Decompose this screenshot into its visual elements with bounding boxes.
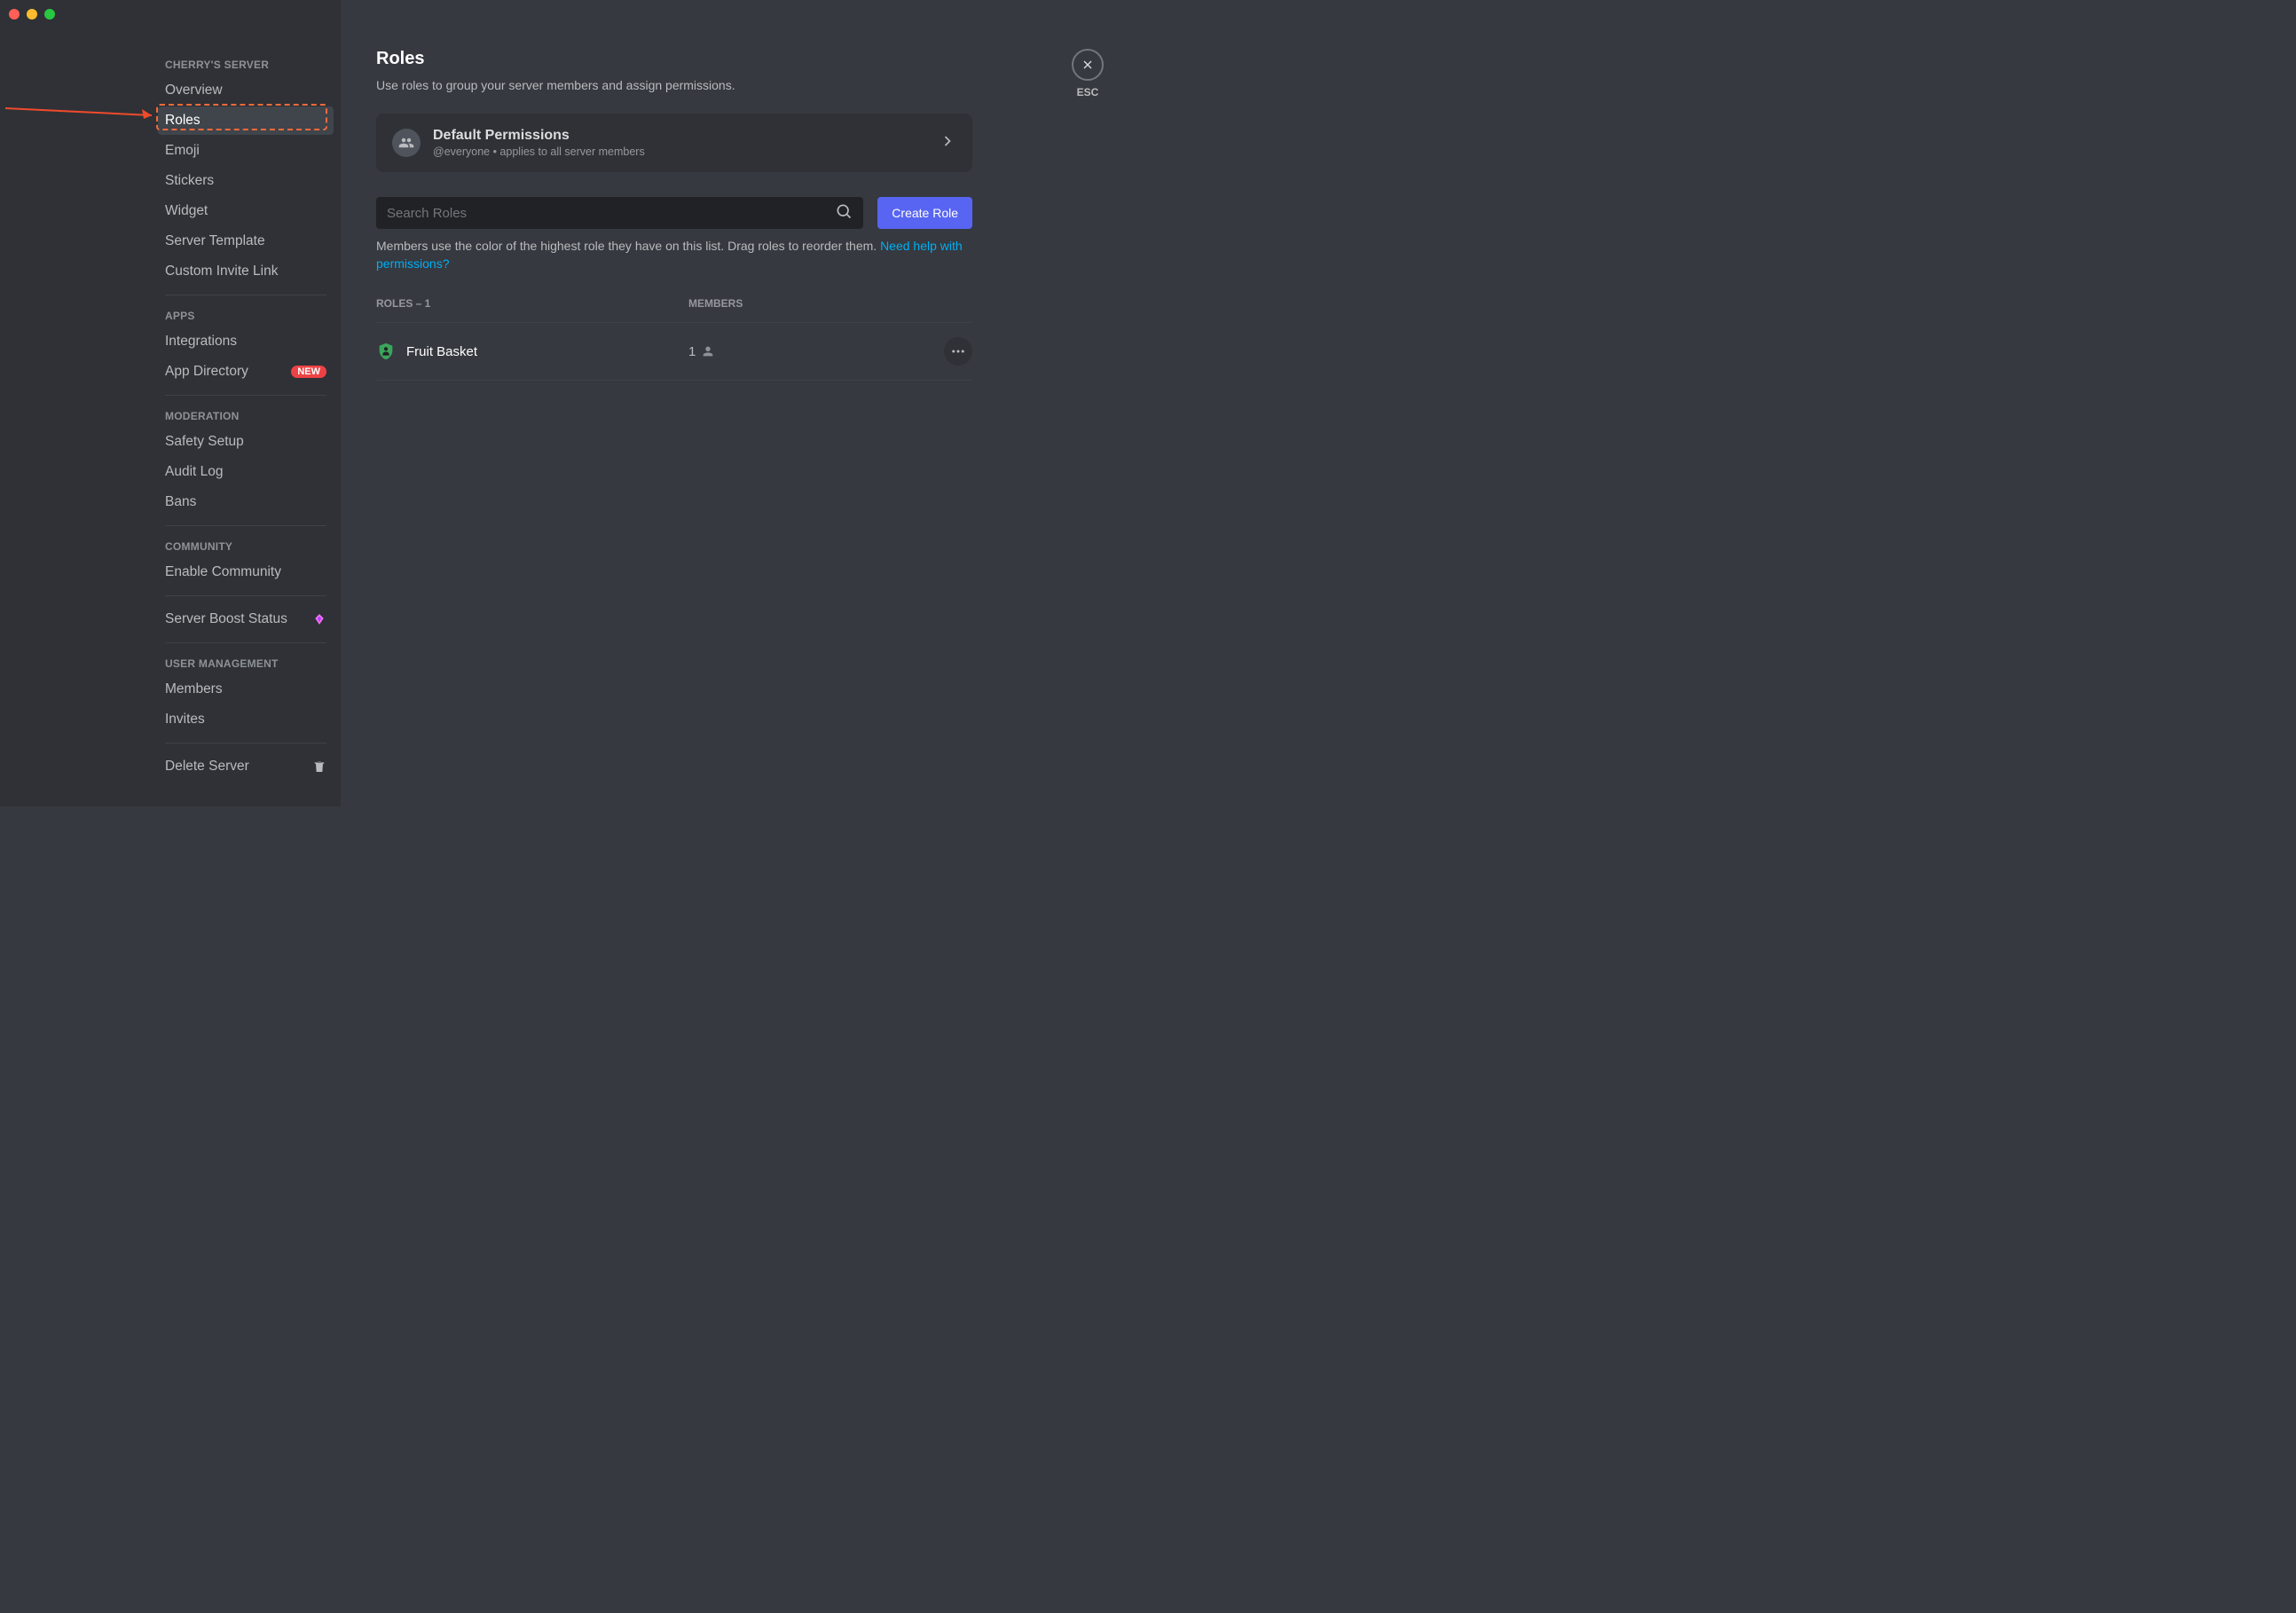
close-icon xyxy=(1081,58,1095,72)
person-icon xyxy=(701,344,715,358)
window-close-dot[interactable] xyxy=(9,9,20,20)
new-badge: NEW xyxy=(291,366,326,378)
sidebar-item-safety-setup[interactable]: Safety Setup xyxy=(158,428,334,456)
sidebar-section-user-management: USER MANAGEMENT xyxy=(158,652,334,675)
more-horizontal-icon xyxy=(950,343,966,359)
trash-icon xyxy=(312,759,326,774)
default-permissions-subtitle: @everyone • applies to all server member… xyxy=(433,146,939,158)
sidebar-item-delete-server[interactable]: Delete Server xyxy=(158,752,334,781)
window-maximize-dot[interactable] xyxy=(44,9,55,20)
role-name: Fruit Basket xyxy=(406,344,477,359)
roles-hint-text: Members use the color of the highest rol… xyxy=(376,238,972,272)
chevron-right-icon xyxy=(939,132,956,154)
sidebar-section-apps: APPS xyxy=(158,304,334,327)
sidebar-item-invites[interactable]: Invites xyxy=(158,705,334,734)
everyone-avatar xyxy=(392,129,421,157)
sidebar-divider xyxy=(165,395,326,396)
sidebar-item-roles[interactable]: Roles xyxy=(158,106,334,135)
boost-gem-icon xyxy=(312,612,326,626)
default-permissions-card[interactable]: Default Permissions @everyone • applies … xyxy=(376,114,972,172)
close-label: ESC xyxy=(1077,86,1099,98)
sidebar-item-stickers[interactable]: Stickers xyxy=(158,167,334,195)
window-controls xyxy=(9,9,55,20)
sidebar-section-moderation: MODERATION xyxy=(158,405,334,428)
role-shield-icon xyxy=(376,342,396,361)
close-button[interactable] xyxy=(1072,49,1104,81)
sidebar-divider xyxy=(165,595,326,596)
default-permissions-title: Default Permissions xyxy=(433,128,939,144)
sidebar-section-community: COMMUNITY xyxy=(158,535,334,558)
sidebar-divider xyxy=(165,525,326,526)
sidebar-item-emoji[interactable]: Emoji xyxy=(158,137,334,165)
window-minimize-dot[interactable] xyxy=(27,9,37,20)
settings-sidebar: CHERRY'S SERVER Overview Roles Emoji Sti… xyxy=(0,0,341,806)
sidebar-item-overview[interactable]: Overview xyxy=(158,76,334,105)
main-content-area: Roles Use roles to group your server mem… xyxy=(341,0,1148,806)
create-role-button[interactable]: Create Role xyxy=(877,197,972,229)
people-icon xyxy=(398,135,414,151)
sidebar-item-integrations[interactable]: Integrations xyxy=(158,327,334,356)
page-title: Roles xyxy=(376,49,972,69)
sidebar-item-enable-community[interactable]: Enable Community xyxy=(158,558,334,586)
search-roles-input[interactable] xyxy=(387,206,835,221)
roles-column-header: ROLES – 1 xyxy=(376,297,688,310)
role-member-count: 1 xyxy=(688,344,696,359)
role-row[interactable]: Fruit Basket 1 xyxy=(376,323,972,381)
sidebar-item-bans[interactable]: Bans xyxy=(158,488,334,516)
sidebar-item-custom-invite-link[interactable]: Custom Invite Link xyxy=(158,257,334,286)
roles-table-header: ROLES – 1 MEMBERS xyxy=(376,297,972,323)
sidebar-divider xyxy=(165,743,326,744)
sidebar-item-app-directory[interactable]: App Directory NEW xyxy=(158,358,334,386)
sidebar-item-widget[interactable]: Widget xyxy=(158,197,334,225)
close-settings-area: ESC xyxy=(1072,49,1104,98)
page-subtitle: Use roles to group your server members a… xyxy=(376,78,972,92)
sidebar-item-members[interactable]: Members xyxy=(158,675,334,704)
sidebar-section-server-name: CHERRY'S SERVER xyxy=(158,53,334,76)
role-more-button[interactable] xyxy=(944,337,972,366)
members-column-header: MEMBERS xyxy=(688,297,937,310)
search-roles-box[interactable] xyxy=(376,197,863,229)
sidebar-item-audit-log[interactable]: Audit Log xyxy=(158,458,334,486)
sidebar-item-server-boost-status[interactable]: Server Boost Status xyxy=(158,605,334,633)
search-icon xyxy=(835,202,853,224)
sidebar-divider xyxy=(165,642,326,643)
sidebar-item-server-template[interactable]: Server Template xyxy=(158,227,334,256)
